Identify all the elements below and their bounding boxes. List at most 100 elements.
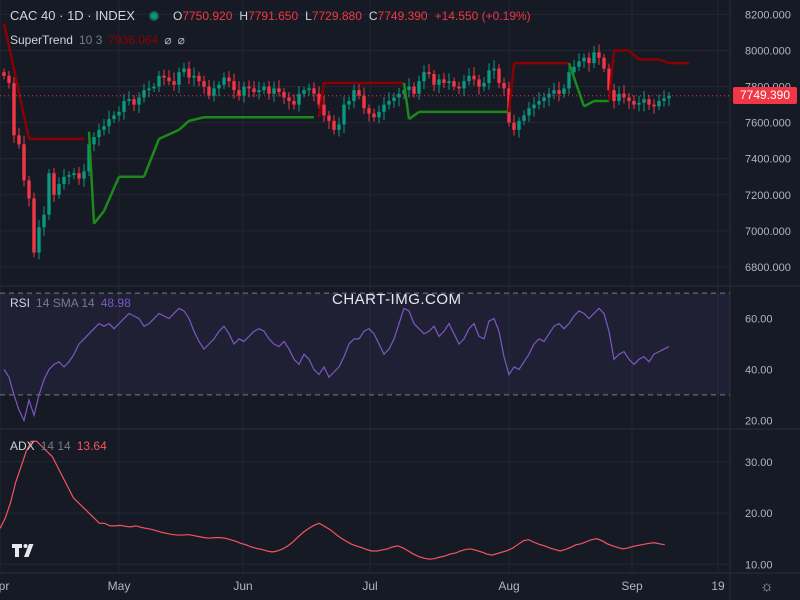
candle-body [462,81,466,89]
candle-body [492,68,496,71]
supertrend-segment [87,131,96,224]
candle-body [7,75,11,83]
candle-body [62,176,66,184]
supertrend-segment [658,58,670,65]
candle-body [627,97,631,102]
candle-body [222,77,226,85]
hide-icon[interactable]: ⌀ [164,33,171,47]
candle-body [342,104,346,125]
candle-body [102,126,106,130]
price-pane[interactable] [0,23,730,260]
candle-body [377,111,381,118]
supertrend-segment [583,99,595,108]
candle-body [527,108,531,116]
settings-gear-icon[interactable]: ☼ [760,578,774,595]
supertrend-segment [567,62,586,107]
candle-body [67,174,71,177]
x-tick-label: 19 [711,579,725,593]
candle-body [302,90,306,94]
candle-body [387,101,391,105]
candle-body [107,119,111,127]
rsi-legend[interactable]: RSI 14 SMA 14 48.98 [10,296,131,310]
rsi-name[interactable]: RSI [10,296,30,310]
adx-tick-label: 20.00 [745,508,773,520]
rsi-pane[interactable] [0,292,730,423]
supertrend-params: 10 3 [78,33,103,47]
candle-body [77,173,81,179]
price-tick-label: 7000.000 [745,226,791,238]
candle-body [92,137,96,145]
x-tick-label: Sep [621,579,643,593]
supertrend-legend[interactable]: SuperTrend 10 3 7936.064 ⌀ ⌀ [10,33,185,47]
ohlc-low: L7729.880 [305,8,362,23]
candle-body [172,81,176,85]
candle-body [582,57,586,62]
supertrend-segment [628,49,640,61]
candle-body [362,95,366,109]
price-tick-label: 7600.000 [745,118,791,130]
candle-body [597,52,601,58]
candle-body [587,57,591,64]
candle-body [197,75,201,82]
adx-pane[interactable] [0,440,665,560]
adx-name[interactable]: ADX [10,439,35,453]
candle-body [567,72,571,89]
candle-body [182,68,186,73]
candle-body [322,104,326,116]
supertrend-segment [158,128,180,141]
adx-legend[interactable]: ADX 14 14 13.64 [10,439,107,453]
candle-body [652,104,656,107]
rsi-params: 14 SMA 14 [36,296,95,310]
hide-icon-2[interactable]: ⌀ [178,33,185,47]
supertrend-name[interactable]: SuperTrend [10,33,73,47]
candle-body [647,99,651,105]
candle-body [212,88,216,96]
candle-body [282,91,286,98]
candle-body [372,113,376,118]
candle-body [122,101,126,112]
candle-body [292,101,296,105]
candle-body [17,135,21,145]
tradingview-logo-icon[interactable] [10,541,38,559]
candle-body [32,198,36,253]
candle-body [517,120,521,130]
candle-body [247,86,251,89]
candle-body [472,75,476,80]
candle-body [557,90,561,94]
candle-body [427,72,431,74]
candle-body [477,79,481,87]
candle-body [272,88,276,94]
candle-body [422,72,426,82]
candle-body [562,88,566,94]
candle-body [442,79,446,83]
ohlc-values: O7750.920 H7791.650 L7729.880 C7749.390 … [173,9,531,23]
candle-body [192,75,196,78]
candle-body [337,124,341,130]
candle-body [577,61,581,67]
candle-body [137,97,141,105]
candle-body [262,86,266,91]
candle-body [347,101,351,105]
supertrend-value: 7936.064 [108,33,159,47]
adx-params: 14 14 [40,439,71,453]
adx-tick-label: 10.00 [745,559,773,571]
candle-body [217,84,221,89]
market-status-icon[interactable] [148,10,159,21]
ohlc-open: O7750.920 [172,8,233,23]
candle-body [327,115,331,121]
candle-body [662,98,666,102]
candle-body [202,81,206,87]
candle-body [467,75,471,82]
candle-body [617,93,621,102]
candle-body [152,86,156,89]
symbol-title[interactable]: CAC 40 · 1D · INDEX [10,8,135,23]
candle-body [162,75,166,78]
supertrend-segment [507,63,516,112]
watermark: CHART-IMG.COM [332,291,462,308]
symbol-legend[interactable]: CAC 40 · 1D · INDEX O7750.920 H7791.650 … [10,8,531,23]
supertrend-segment [102,176,121,212]
candle-body [277,88,281,92]
time-axis[interactable]: Apr May Jun Jul Aug Sep 19 [0,579,725,593]
candle-body [22,144,26,181]
candle-body [552,90,556,94]
